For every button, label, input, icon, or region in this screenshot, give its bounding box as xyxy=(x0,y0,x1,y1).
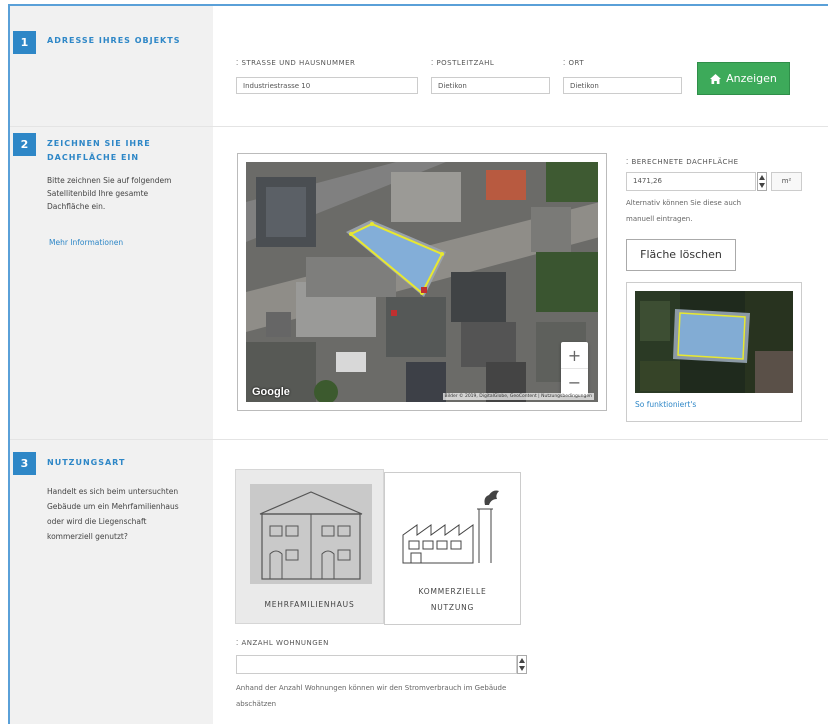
step-desc-line2: Gebäude um ein Mehrfamilienhaus xyxy=(47,502,179,511)
apartments-label: ⁚ ANZAHL WOHNUNGEN xyxy=(236,639,329,647)
clear-area-button[interactable]: Fläche löschen xyxy=(626,239,736,271)
step-usage: 3 NUTZUNGSART Handelt es sich beim unter… xyxy=(10,440,828,724)
step-desc-line1: Handelt es sich beim untersuchten xyxy=(47,487,179,496)
apartments-spinner[interactable] xyxy=(517,655,527,674)
step-title-line1: ZEICHNEN SIE IHRE xyxy=(47,139,151,148)
area-note-line1: Alternativ können Sie diese auch xyxy=(626,199,742,207)
city-input[interactable]: Dietikon xyxy=(563,77,682,94)
step-title-line2: DACHFLÄCHE EIN xyxy=(47,153,140,162)
step-number: 2 xyxy=(13,133,36,156)
factory-icon xyxy=(402,490,499,564)
apartments-note-line2: abschätzen xyxy=(236,700,277,708)
street-input[interactable]: Industriestrasse 10 xyxy=(236,77,418,94)
option-commercial-label-line1: KOMMERZIELLE xyxy=(418,587,487,596)
step-title: ADRESSE IHRES OBJEKTS xyxy=(47,36,181,45)
apartments-note-line1: Anhand der Anzahl Wohnungen können wir d… xyxy=(236,684,507,692)
show-button-label: Anzeigen xyxy=(726,72,777,85)
home-icon xyxy=(710,73,722,84)
step-address-sidebar: 1 ADRESSE IHRES OBJEKTS xyxy=(10,6,213,126)
step-usage-content: MEHRFAMILIENHAUS KOMMERZIELLE NUTZUNG ⁚ … xyxy=(213,440,828,724)
apartment-house-icon xyxy=(250,484,372,584)
step-desc-line3: oder wird die Liegenschaft xyxy=(47,517,147,526)
howto-link[interactable]: So funktioniert's xyxy=(635,400,696,409)
option-commercial-label-line2: NUTZUNG xyxy=(430,603,475,612)
map-zoom-control: + − xyxy=(561,342,588,396)
howto-card: So funktioniert's xyxy=(626,282,802,422)
step-desc-line4: kommerziell genutzt? xyxy=(47,532,128,541)
option-commercial[interactable]: KOMMERZIELLE NUTZUNG xyxy=(384,472,521,625)
step-roof-sidebar: 2 ZEICHNEN SIE IHRE DACHFLÄCHE EIN Bitte… xyxy=(10,127,213,439)
area-label: ⁚ BERECHNETE DACHFLÄCHE xyxy=(626,158,739,166)
step-desc-line3: Dachfläche ein. xyxy=(47,202,106,211)
roof-thumbnail xyxy=(635,291,793,393)
area-note-line2: manuell eintragen. xyxy=(626,215,693,223)
step-number: 1 xyxy=(13,31,36,54)
google-logo: Google xyxy=(252,386,290,398)
area-unit: m² xyxy=(771,172,802,191)
step-desc-line1: Bitte zeichnen Sie auf folgendem xyxy=(47,176,172,185)
satellite-map[interactable]: + − Google Bilder © 2019, DigitalGlobe, … xyxy=(246,162,598,402)
step-address: 1 ADRESSE IHRES OBJEKTS ⁚ STRASSE UND HA… xyxy=(10,6,828,127)
more-info-link[interactable]: Mehr Informationen xyxy=(49,238,123,247)
step-address-content: ⁚ STRASSE UND HAUSNUMMER Industriestrass… xyxy=(213,6,828,126)
option-multifamily[interactable]: MEHRFAMILIENHAUS xyxy=(235,469,384,624)
street-label: ⁚ STRASSE UND HAUSNUMMER xyxy=(236,59,356,67)
step-desc-line2: Satellitenbild Ihre gesamte xyxy=(47,189,149,198)
zip-input[interactable]: Dietikon xyxy=(431,77,550,94)
zoom-out-button[interactable]: − xyxy=(561,369,588,396)
apartments-input[interactable] xyxy=(236,655,517,674)
option-multifamily-label: MEHRFAMILIENHAUS xyxy=(264,600,355,609)
show-button[interactable]: Anzeigen xyxy=(697,62,790,95)
map-attribution[interactable]: Bilder © 2019, DigitalGlobe, GeoContent … xyxy=(442,393,594,400)
area-input[interactable]: 1471,26 xyxy=(626,172,756,191)
step-usage-sidebar: 3 NUTZUNGSART Handelt es sich beim unter… xyxy=(10,440,213,724)
city-label: ⁚ ORT xyxy=(563,59,585,67)
map-container[interactable]: + − Google Bilder © 2019, DigitalGlobe, … xyxy=(237,153,607,411)
step-title: NUTZUNGSART xyxy=(47,458,126,467)
zip-label: ⁚ POSTLEITZAHL xyxy=(431,59,495,67)
area-spinner[interactable] xyxy=(757,172,767,191)
step-number: 3 xyxy=(13,452,36,475)
zoom-in-button[interactable]: + xyxy=(561,342,588,369)
satellite-image xyxy=(246,162,598,402)
